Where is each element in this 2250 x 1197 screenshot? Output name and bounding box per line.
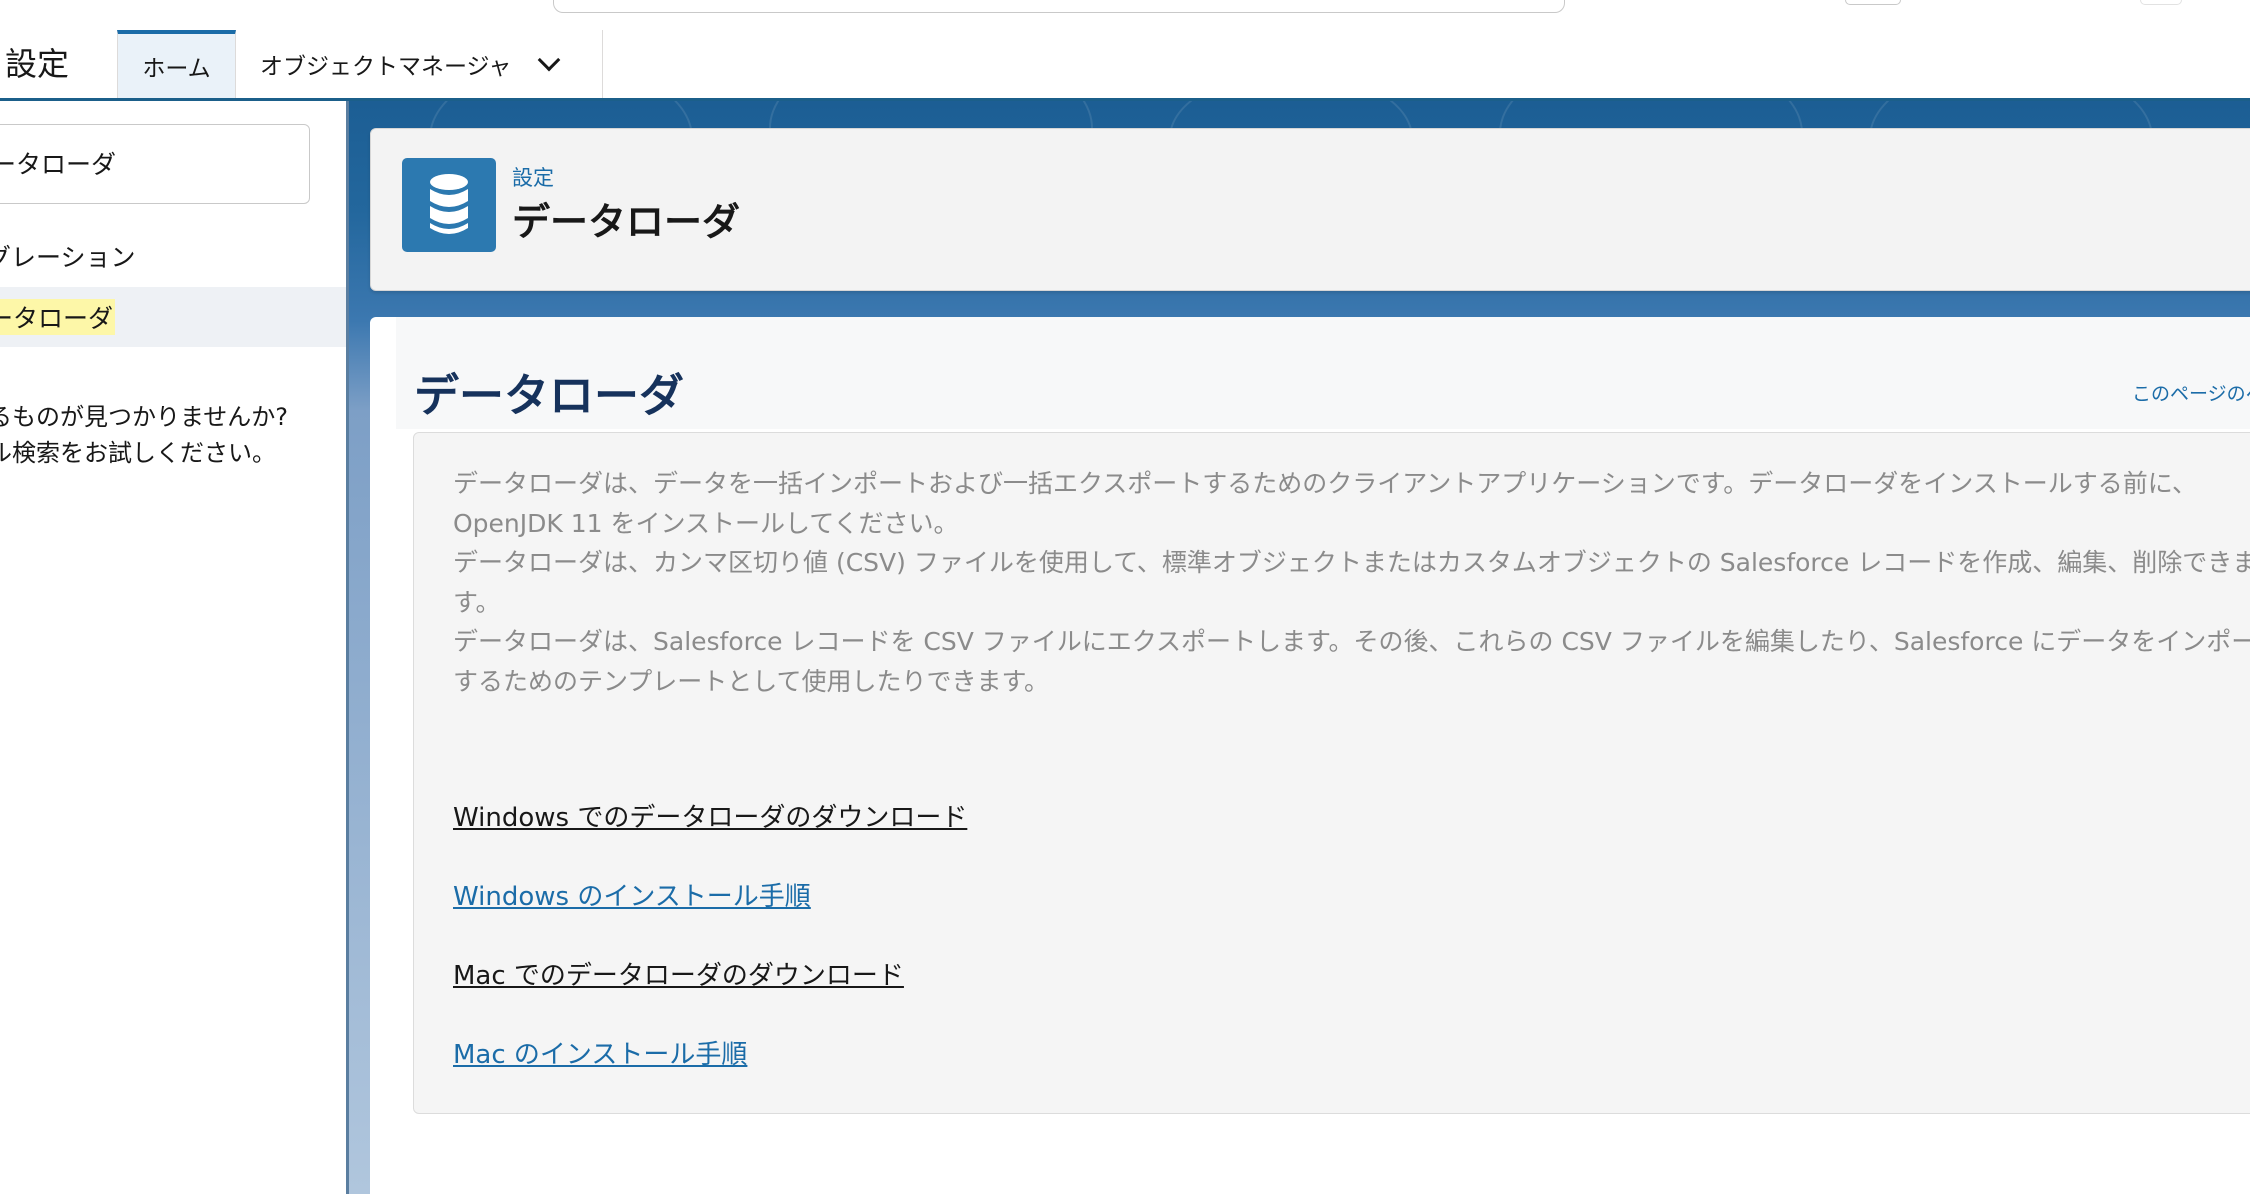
- windows-download-link[interactable]: Windows でのデータローダのダウンロード: [453, 797, 967, 834]
- tab-object-manager[interactable]: オブジェクトマネージャ: [236, 30, 603, 98]
- content-title: データローダ: [414, 369, 685, 422]
- sidebar-item-label: ータローダ: [0, 299, 116, 335]
- tab-home[interactable]: ホーム: [117, 30, 236, 98]
- content-title-row: データローダ このページのヘ: [396, 317, 2250, 429]
- sidebar-item-label: グレーション: [0, 243, 136, 272]
- sidebar-item-data-loader[interactable]: ータローダ: [0, 287, 346, 347]
- windows-install-instructions-link[interactable]: Windows のインストール手順: [453, 876, 811, 913]
- mac-download-link[interactable]: Mac でのデータローダのダウンロード: [453, 955, 904, 992]
- mac-install-instructions-link[interactable]: Mac のインストール手順: [453, 1034, 747, 1071]
- sidebar-help-text: るものが見つかりませんか? ル検索をお試しください。: [0, 403, 289, 467]
- global-header: [0, 0, 2250, 31]
- description-paragraph: データローダは、カンマ区切り値 (CSV) ファイルを使用して、標準オブジェクト…: [453, 548, 2250, 617]
- content-body: データローダは、データを一括インポートおよび一括エクスポートするためのクライアン…: [413, 432, 2250, 1114]
- setup-sidebar: グレーション ータローダ るものが見つかりませんか? ル検索をお試しください。: [0, 101, 349, 1194]
- app-name: 設定: [5, 45, 70, 83]
- favorites-icon[interactable]: [1845, 0, 1901, 5]
- description: データローダは、データを一括インポートおよび一括エクスポートするためのクライアン…: [453, 464, 2250, 701]
- global-search-box[interactable]: [553, 0, 1565, 13]
- tab-object-manager-label: オブジェクトマネージャ: [260, 54, 512, 80]
- page-title: データローダ: [512, 200, 741, 244]
- help-for-this-page-link[interactable]: このページのヘ: [2132, 379, 2250, 406]
- page-header: 設定 データローダ: [370, 128, 2250, 291]
- database-icon: [430, 174, 468, 234]
- sidebar-item-integrations[interactable]: グレーション: [0, 238, 136, 274]
- chevron-down-icon[interactable]: [538, 48, 561, 72]
- breadcrumb[interactable]: 設定: [512, 162, 554, 192]
- header-icon-tile: [402, 158, 496, 252]
- tab-home-label: ホーム: [142, 56, 211, 82]
- description-paragraph: データローダは、Salesforce レコードを CSV ファイルにエクスポート…: [453, 627, 2250, 696]
- description-paragraph: データローダは、データを一括インポートおよび一括エクスポートするためのクライアン…: [453, 469, 2198, 538]
- main-content: データローダ このページのヘ データローダは、データを一括インポートおよび一括エ…: [370, 317, 2250, 1197]
- notifications-icon[interactable]: [2140, 0, 2182, 5]
- quick-find-box[interactable]: [0, 124, 310, 204]
- app-nav-bar: 設定 ホーム オブジェクトマネージャ: [0, 30, 2250, 101]
- quick-find-input[interactable]: [0, 125, 291, 201]
